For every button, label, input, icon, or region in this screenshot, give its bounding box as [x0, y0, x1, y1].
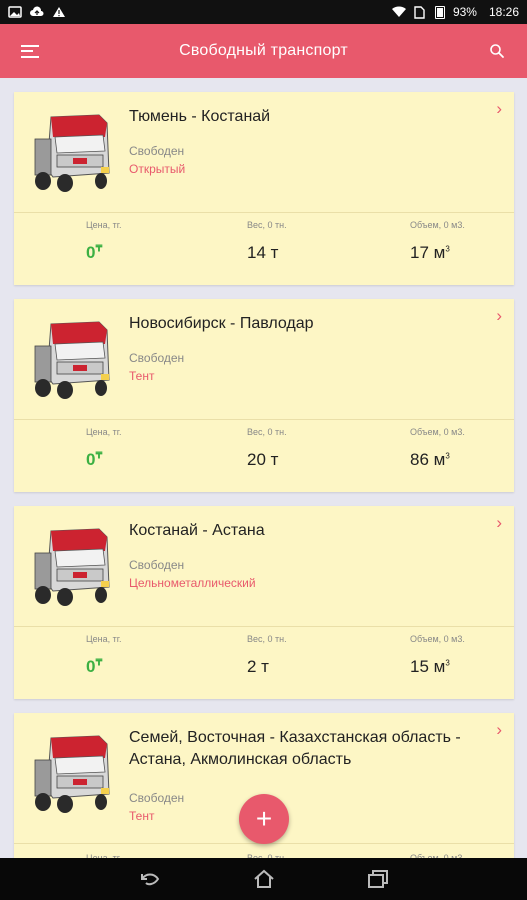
- truck-image: [34, 321, 110, 399]
- route-title: Новосибирск - Павлодар: [129, 315, 314, 332]
- status-label: Свободен: [129, 791, 185, 805]
- recents-icon: [367, 870, 388, 888]
- wifi-icon: [391, 6, 406, 18]
- weight-label: Вес, 0 тн.: [247, 427, 287, 437]
- transport-card[interactable]: Новосибирск - Павлодар Свободен Тент › Ц…: [14, 299, 514, 492]
- divider: [14, 626, 514, 627]
- page-title: Свободный транспорт: [179, 42, 348, 59]
- price-value: 0₸: [86, 243, 103, 262]
- volume-value: 17 м3: [410, 243, 450, 262]
- menu-button[interactable]: [0, 24, 60, 78]
- body-type-label: Открытый: [129, 162, 186, 176]
- transport-card[interactable]: Тюмень - Костанай Свободен Открытый › Це…: [14, 92, 514, 285]
- back-icon: [140, 873, 159, 886]
- search-button[interactable]: [467, 24, 527, 78]
- volume-label: Объем, 0 м3.: [410, 220, 465, 230]
- route-title: Костанай - Астана: [129, 522, 265, 539]
- truck-image: [34, 114, 110, 192]
- back-button[interactable]: [132, 864, 168, 894]
- weight-value: 2 т: [247, 657, 269, 676]
- home-button[interactable]: [246, 864, 282, 894]
- home-icon: [253, 869, 274, 888]
- weight-label: Вес, 0 тн.: [247, 634, 287, 644]
- transport-card[interactable]: Костанай - Астана Свободен Цельнометалли…: [14, 506, 514, 699]
- volume-label: Объем, 0 м3.: [410, 634, 465, 644]
- divider: [14, 419, 514, 420]
- truck-image: [34, 528, 110, 606]
- status-label: Свободен: [129, 351, 185, 365]
- stats-row: Цена, тг. 0₸ Вес, 0 тн. 14 т Объем, 0 м3…: [14, 220, 514, 280]
- volume-value: 86 м3: [410, 450, 450, 469]
- status-bar: 93% 18:26: [0, 0, 527, 24]
- app-bar: Свободный транспорт: [0, 24, 527, 78]
- cloud-upload-icon: [30, 6, 44, 18]
- battery-icon: [434, 5, 445, 19]
- chevron-right-icon: ›: [496, 720, 502, 739]
- weight-value: 20 т: [247, 450, 279, 469]
- route-title: Тюмень - Костанай: [129, 108, 271, 125]
- status-label: Свободен: [129, 558, 185, 572]
- status-label: Свободен: [129, 144, 185, 158]
- search-icon: [490, 44, 504, 58]
- price-value: 0₸: [86, 657, 103, 676]
- volume-value: 15 м3: [410, 657, 450, 676]
- battery-percent: 93%: [452, 5, 477, 19]
- chevron-right-icon: ›: [496, 306, 502, 325]
- body-type-label: Тент: [129, 809, 155, 823]
- clock: 18:26: [488, 5, 519, 19]
- divider: [14, 212, 514, 213]
- transport-list[interactable]: Тюмень - Костанай Свободен Открытый › Це…: [0, 78, 527, 858]
- stats-row: Цена, тг. 0₸ Вес, 0 тн. 20 т Объем, 0 м3…: [14, 427, 514, 487]
- truck-image: [34, 735, 110, 813]
- chevron-right-icon: ›: [496, 99, 502, 118]
- chevron-right-icon: ›: [496, 513, 502, 532]
- add-transport-button[interactable]: +: [239, 794, 289, 844]
- stats-row: Цена, тг. 0₸ Вес, 0 тн. 2 т Объем, 0 м3.…: [14, 634, 514, 694]
- plus-icon: +: [255, 803, 273, 834]
- body-type-label: Тент: [129, 369, 155, 383]
- price-label: Цена, тг.: [86, 220, 122, 230]
- price-label: Цена, тг.: [86, 634, 122, 644]
- price-value: 0₸: [86, 450, 103, 469]
- weight-label: Вес, 0 тн.: [247, 220, 287, 230]
- weight-value: 14 т: [247, 243, 279, 262]
- recents-button[interactable]: [360, 864, 396, 894]
- menu-icon: [21, 44, 39, 58]
- route-title: Семей, Восточная - Казахстанская область…: [129, 729, 461, 768]
- gallery-icon: [8, 6, 22, 18]
- warning-icon: [52, 6, 66, 18]
- body-type-label: Цельнометаллический: [129, 576, 256, 590]
- sim-icon: [413, 6, 427, 19]
- volume-label: Объем, 0 м3.: [410, 427, 465, 437]
- system-nav-bar: [0, 858, 527, 900]
- price-label: Цена, тг.: [86, 427, 122, 437]
